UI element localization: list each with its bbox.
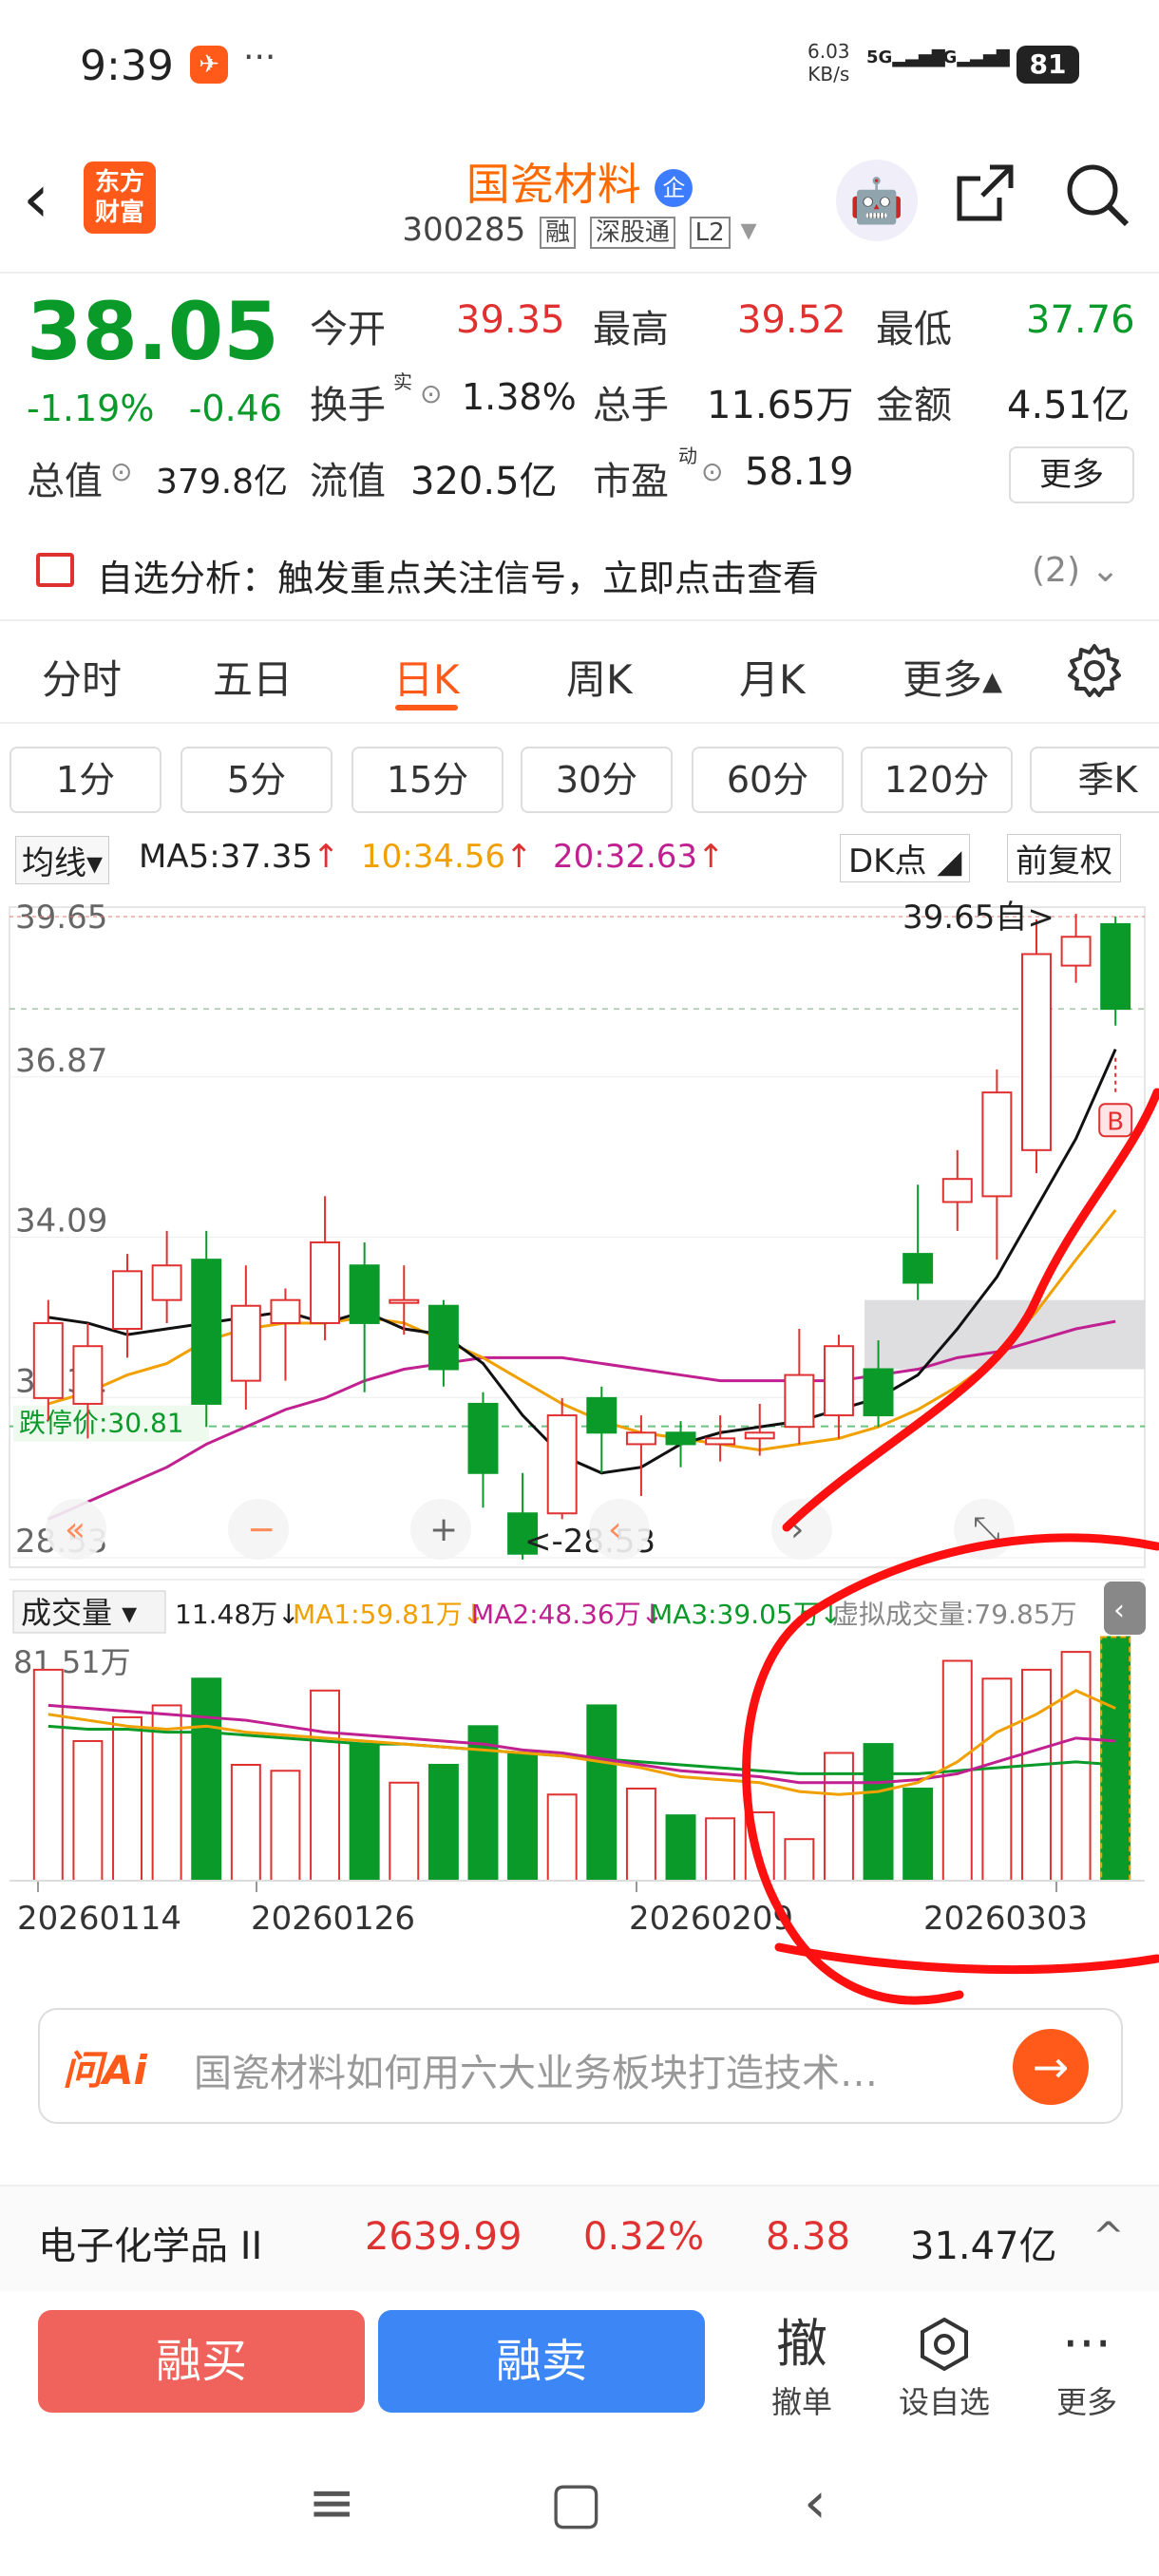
hexagon-icon-svg bbox=[921, 2317, 968, 2372]
menu-icon[interactable]: ≡ bbox=[308, 2470, 355, 2536]
margin-buy-button[interactable]: 融买 bbox=[38, 2310, 365, 2413]
arrow-right-icon[interactable]: → bbox=[1013, 2029, 1089, 2105]
chevron-up-icon[interactable]: ^ bbox=[1092, 2215, 1125, 2259]
more-icon[interactable]: ··· bbox=[1030, 2316, 1144, 2373]
sector-pct: 0.32% bbox=[583, 2215, 705, 2259]
home-icon[interactable]: ▢ bbox=[549, 2470, 603, 2536]
system-nav-bar: ≡ ▢ ‹ bbox=[0, 2432, 1159, 2576]
bottom-action-bar: 融买 融卖 撤 撤单 设自选 ··· 更多 bbox=[0, 2291, 1159, 2434]
add-watchlist-label[interactable]: 设自选 bbox=[887, 2378, 1001, 2422]
ai-prompt-box[interactable]: 问Ai 国瓷材料如何用六大业务板块打造技术… → bbox=[38, 2008, 1123, 2124]
revoke-label[interactable]: 撤单 bbox=[745, 2378, 859, 2422]
ai-prompt-text: 国瓷材料如何用六大业务板块打造技术… bbox=[194, 2052, 878, 2095]
add-watchlist-icon[interactable] bbox=[887, 2316, 1001, 2384]
ai-logo: 问Ai bbox=[63, 2047, 147, 2093]
sector-name: 电子化学品 II bbox=[38, 2225, 263, 2268]
sector-row[interactable]: 电子化学品 II 2639.99 0.32% 8.38 31.47亿 ^ bbox=[0, 2185, 1159, 2291]
sector-change: 8.38 bbox=[766, 2215, 851, 2259]
revoke-icon[interactable]: 撤 bbox=[745, 2316, 859, 2373]
sector-index: 2639.99 bbox=[365, 2215, 522, 2259]
back-nav-icon[interactable]: ‹ bbox=[804, 2470, 826, 2536]
margin-sell-button[interactable]: 融卖 bbox=[378, 2310, 705, 2413]
sector-amount: 31.47亿 bbox=[910, 2225, 1057, 2268]
more-label[interactable]: 更多 bbox=[1030, 2378, 1144, 2422]
